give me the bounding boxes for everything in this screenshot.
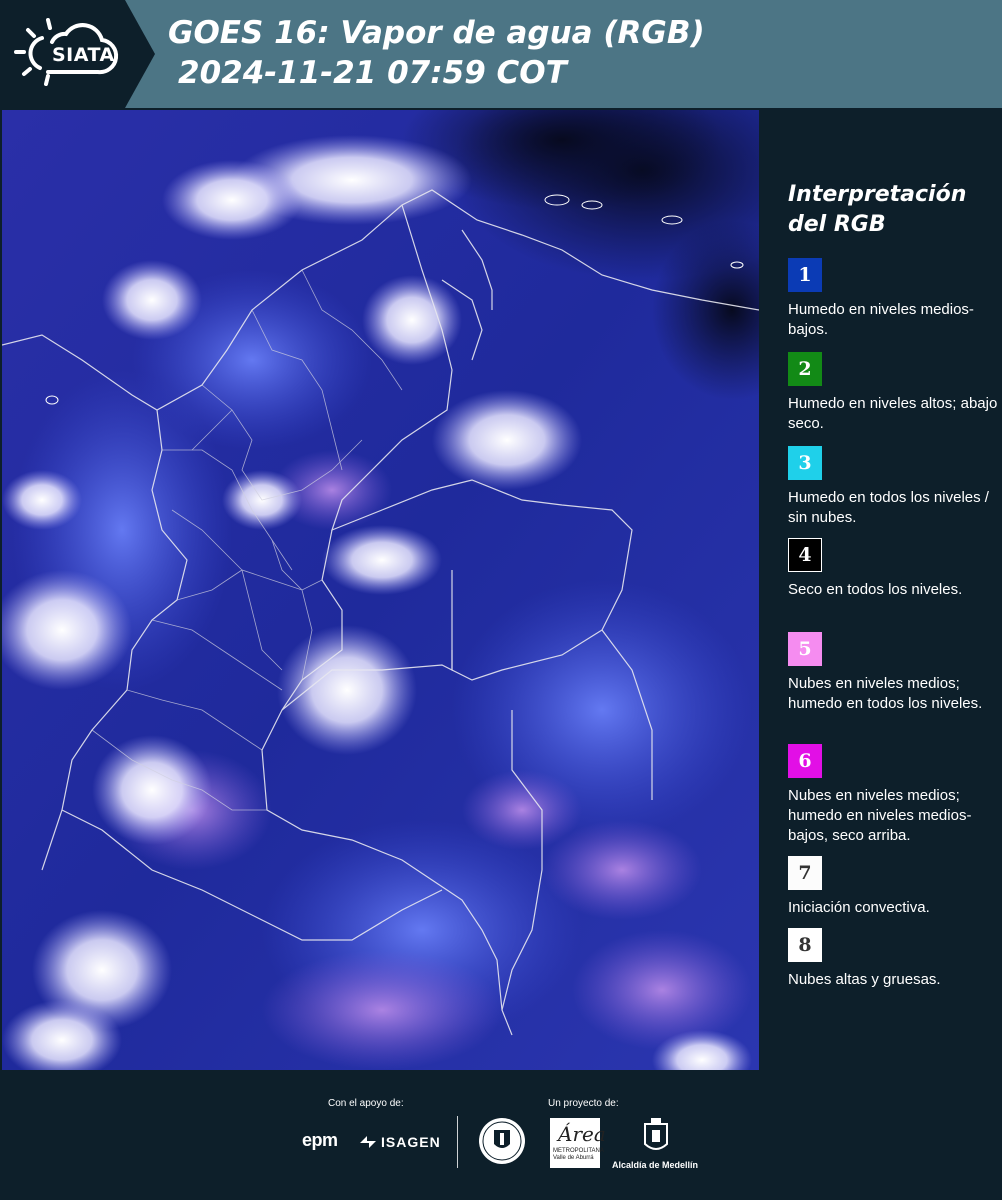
satellite-map[interactable] [2, 110, 759, 1070]
legend-number-7: 7 [798, 862, 812, 884]
siata-logo-text: SIATA [52, 44, 115, 66]
header-bar: SIATA GOES 16: Vapor de agua (RGB) 2024-… [0, 0, 1002, 108]
legend-swatch-2: 2 [788, 352, 822, 386]
legend-number-5: 5 [798, 638, 812, 660]
legend-swatch-6: 6 [788, 744, 822, 778]
legend-item-5: 5 Nubes en niveles medios; humedo en tod… [788, 632, 998, 714]
legend-swatch-7: 7 [788, 856, 822, 890]
legend-title-line1: Interpretación [788, 182, 967, 207]
legend-number-8: 8 [798, 934, 812, 956]
legend-item-6: 6 Nubes en niveles medios; humedo en niv… [788, 744, 998, 846]
area-caption: METROPOLITANA Valle de Aburrá [553, 1148, 604, 1161]
isagen-logo[interactable]: ISAGEN [381, 1134, 441, 1150]
legend-swatch-8: 8 [788, 928, 822, 962]
legend-label-7: Iniciación convectiva. [788, 899, 930, 916]
legend-swatch-1: 1 [788, 258, 822, 292]
legend-item-8: 8 Nubes altas y gruesas. [788, 928, 998, 990]
page-timestamp: 2024-11-21 07:59 COT [178, 55, 567, 91]
rgb-legend: Interpretación del RGB [788, 180, 998, 250]
legend-item-3: 3 Humedo en todos los niveles / sin nube… [788, 446, 998, 528]
legend-title-line2: del RGB [788, 212, 886, 237]
satellite-water-vapor-rgb-image [2, 110, 759, 1070]
legend-item-4: 4 Seco en todos los niveles. [788, 538, 998, 600]
legend-number-6: 6 [798, 750, 812, 772]
legend-number-3: 3 [798, 452, 812, 474]
footer-divider [457, 1116, 458, 1168]
legend-number-2: 2 [798, 358, 812, 380]
legend-label-8: Nubes altas y gruesas. [788, 971, 941, 988]
footer: Con el apoyo de: Un proyecto de: epm ISA… [0, 1072, 1002, 1200]
legend-label-2: Humedo en niveles altos; abajo seco. [788, 395, 998, 432]
legend-label-1: Humedo en niveles medios-bajos. [788, 301, 974, 338]
legend-item-7: 7 Iniciación convectiva. [788, 856, 998, 918]
project-label: Un proyecto de: [548, 1098, 619, 1109]
support-label: Con el apoyo de: [328, 1098, 404, 1109]
page-title: GOES 16: Vapor de agua (RGB) [168, 15, 705, 51]
legend-swatch-4: 4 [788, 538, 822, 572]
legend-number-4: 4 [798, 544, 812, 566]
legend-number-1: 1 [798, 264, 812, 286]
siata-logo[interactable]: SIATA [0, 0, 155, 108]
legend-label-6: Nubes en niveles medios; humedo en nivel… [788, 787, 972, 844]
legend-swatch-5: 5 [788, 632, 822, 666]
epm-logo[interactable]: epm [302, 1130, 338, 1151]
area-script-text: Área [558, 1122, 606, 1146]
legend-item-2: 2 Humedo en niveles altos; abajo seco. [788, 352, 998, 434]
legend-label-3: Humedo en todos los niveles / sin nubes. [788, 489, 989, 526]
legend-swatch-3: 3 [788, 446, 822, 480]
legend-label-4: Seco en todos los niveles. [788, 581, 963, 598]
medellin-shield-icon[interactable] [643, 1118, 669, 1154]
medellin-label: Alcaldía de Medellín [612, 1160, 699, 1170]
university-seal-icon[interactable] [477, 1116, 527, 1166]
legend-title: Interpretación del RGB [788, 180, 998, 240]
legend-label-5: Nubes en niveles medios; humedo en todos… [788, 675, 983, 712]
legend-item-1: 1 Humedo en niveles medios-bajos. [788, 258, 998, 340]
isagen-icon [360, 1136, 376, 1148]
